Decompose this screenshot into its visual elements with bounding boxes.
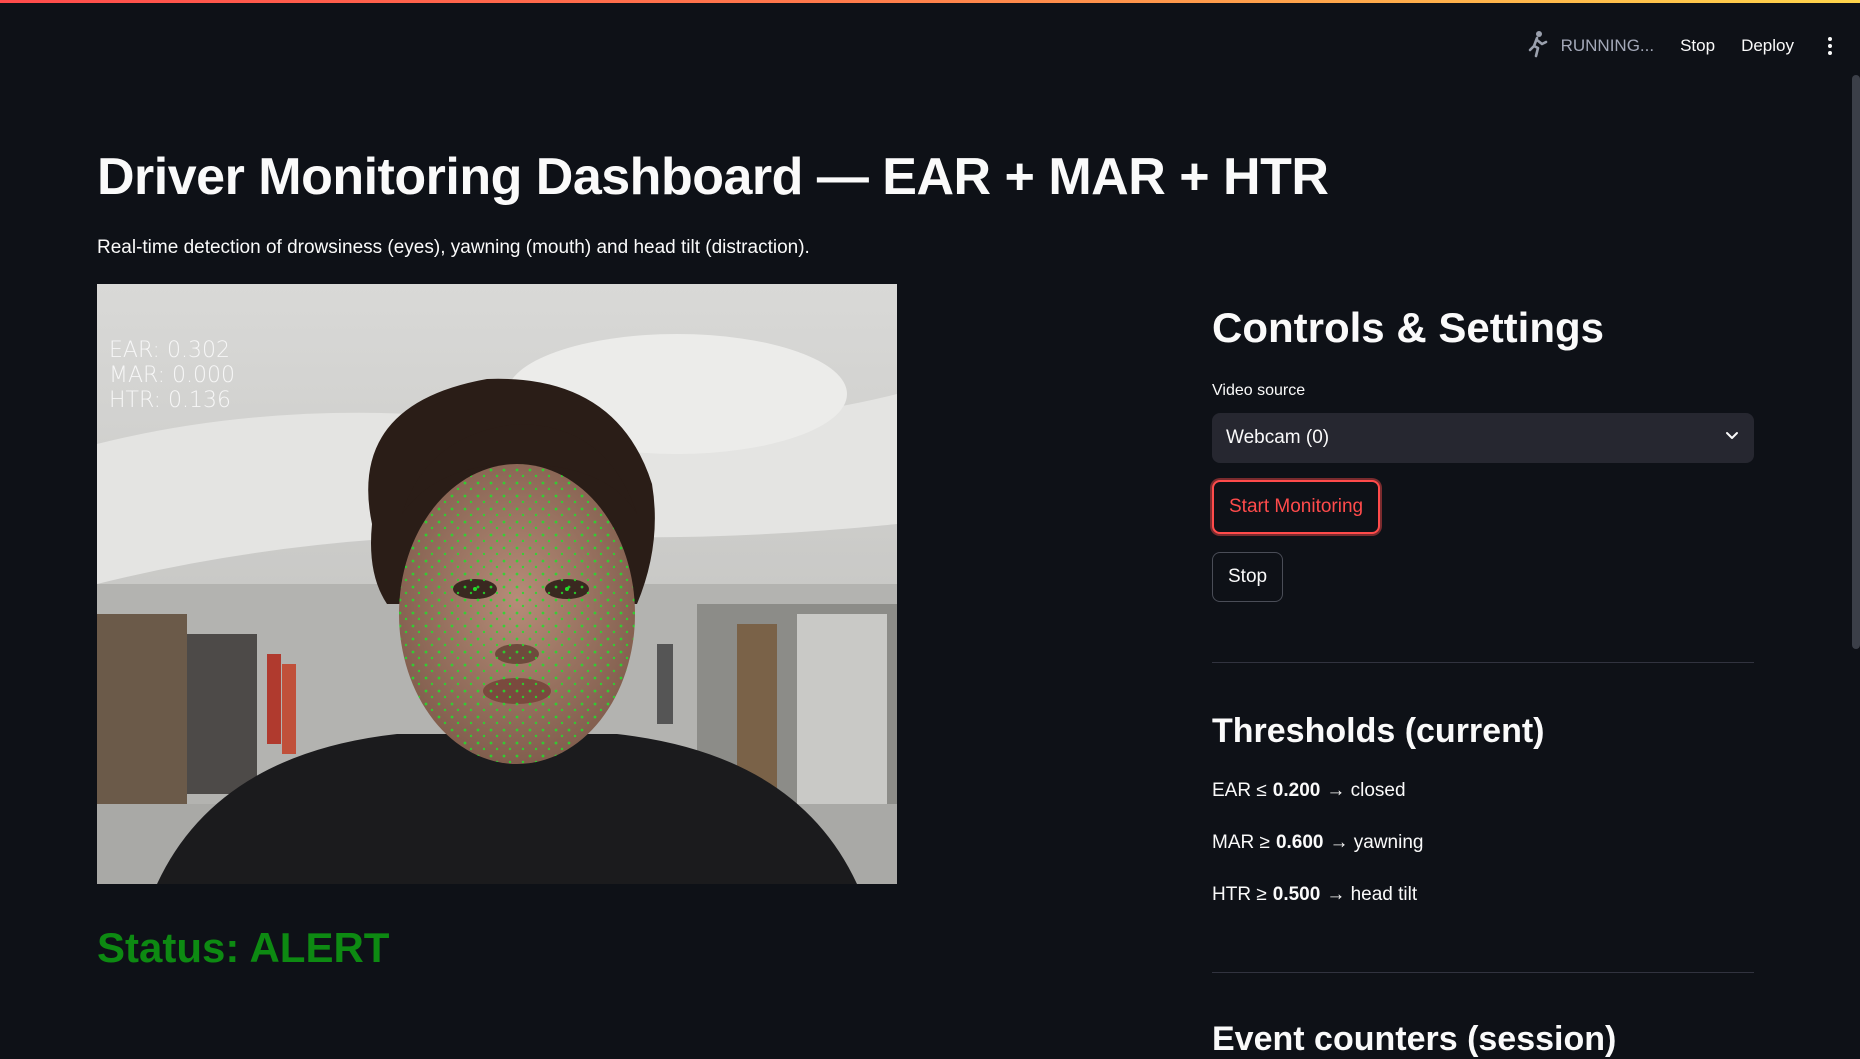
event-counters-title: Event counters (session) xyxy=(1212,1020,1617,1058)
divider xyxy=(1212,662,1754,663)
running-status: RUNNING... xyxy=(1525,30,1655,63)
threshold-ear-meaning: → closed xyxy=(1326,780,1406,801)
page-scrollbar[interactable] xyxy=(1852,75,1860,649)
threshold-mar-meaning: → yawning xyxy=(1329,832,1424,853)
ear-overlay-text: EAR: 0.302 xyxy=(109,338,230,363)
htr-overlay-text: HTR: 0.136 xyxy=(109,388,231,413)
threshold-htr-value: 0.500 xyxy=(1272,884,1321,905)
header-stop-button[interactable]: Stop xyxy=(1680,36,1715,56)
divider xyxy=(1212,972,1754,973)
video-source-label: Video source xyxy=(1212,382,1306,399)
landmark-metrics-overlay: EAR: 0.302 MAR: 0.000 HTR: 0.136 xyxy=(109,338,235,413)
threshold-mar-value: 0.600 xyxy=(1275,832,1324,853)
threshold-ear-label: EAR ≤ xyxy=(1212,780,1267,801)
running-person-icon xyxy=(1525,30,1549,63)
start-monitoring-button[interactable]: Start Monitoring xyxy=(1212,480,1381,534)
page-title: Driver Monitoring Dashboard — EAR + MAR … xyxy=(97,148,1329,206)
app-header: RUNNING... Stop Deploy xyxy=(1525,26,1840,66)
status-text: Status: ALERT xyxy=(97,924,390,971)
video-source-select[interactable]: Webcam (0) xyxy=(1212,413,1754,463)
kebab-menu-icon[interactable] xyxy=(1820,33,1840,59)
threshold-htr-label: HTR ≥ xyxy=(1212,884,1267,905)
controls-title: Controls & Settings xyxy=(1212,304,1605,351)
threshold-mar: MAR ≥ 0.600 → yawning xyxy=(1212,832,1423,854)
threshold-htr-meaning: → head tilt xyxy=(1326,884,1418,905)
threshold-ear: EAR ≤ 0.200 → closed xyxy=(1212,780,1406,802)
webcam-feed: EAR: 0.302 MAR: 0.000 HTR: 0.136 xyxy=(97,284,897,884)
threshold-ear-value: 0.200 xyxy=(1272,780,1321,801)
chevron-down-icon xyxy=(1724,427,1740,449)
threshold-mar-label: MAR ≥ xyxy=(1212,832,1270,853)
threshold-htr: HTR ≥ 0.500 → head tilt xyxy=(1212,884,1417,906)
thresholds-title: Thresholds (current) xyxy=(1212,712,1545,750)
video-source-value: Webcam (0) xyxy=(1226,427,1330,448)
running-label: RUNNING... xyxy=(1560,36,1655,55)
top-decoration-stripe xyxy=(0,0,1860,3)
stop-button[interactable]: Stop xyxy=(1212,552,1284,602)
mar-overlay-text: MAR: 0.000 xyxy=(109,363,236,388)
page-subtitle: Real-time detection of drowsiness (eyes)… xyxy=(97,237,810,258)
deploy-button[interactable]: Deploy xyxy=(1741,36,1794,56)
